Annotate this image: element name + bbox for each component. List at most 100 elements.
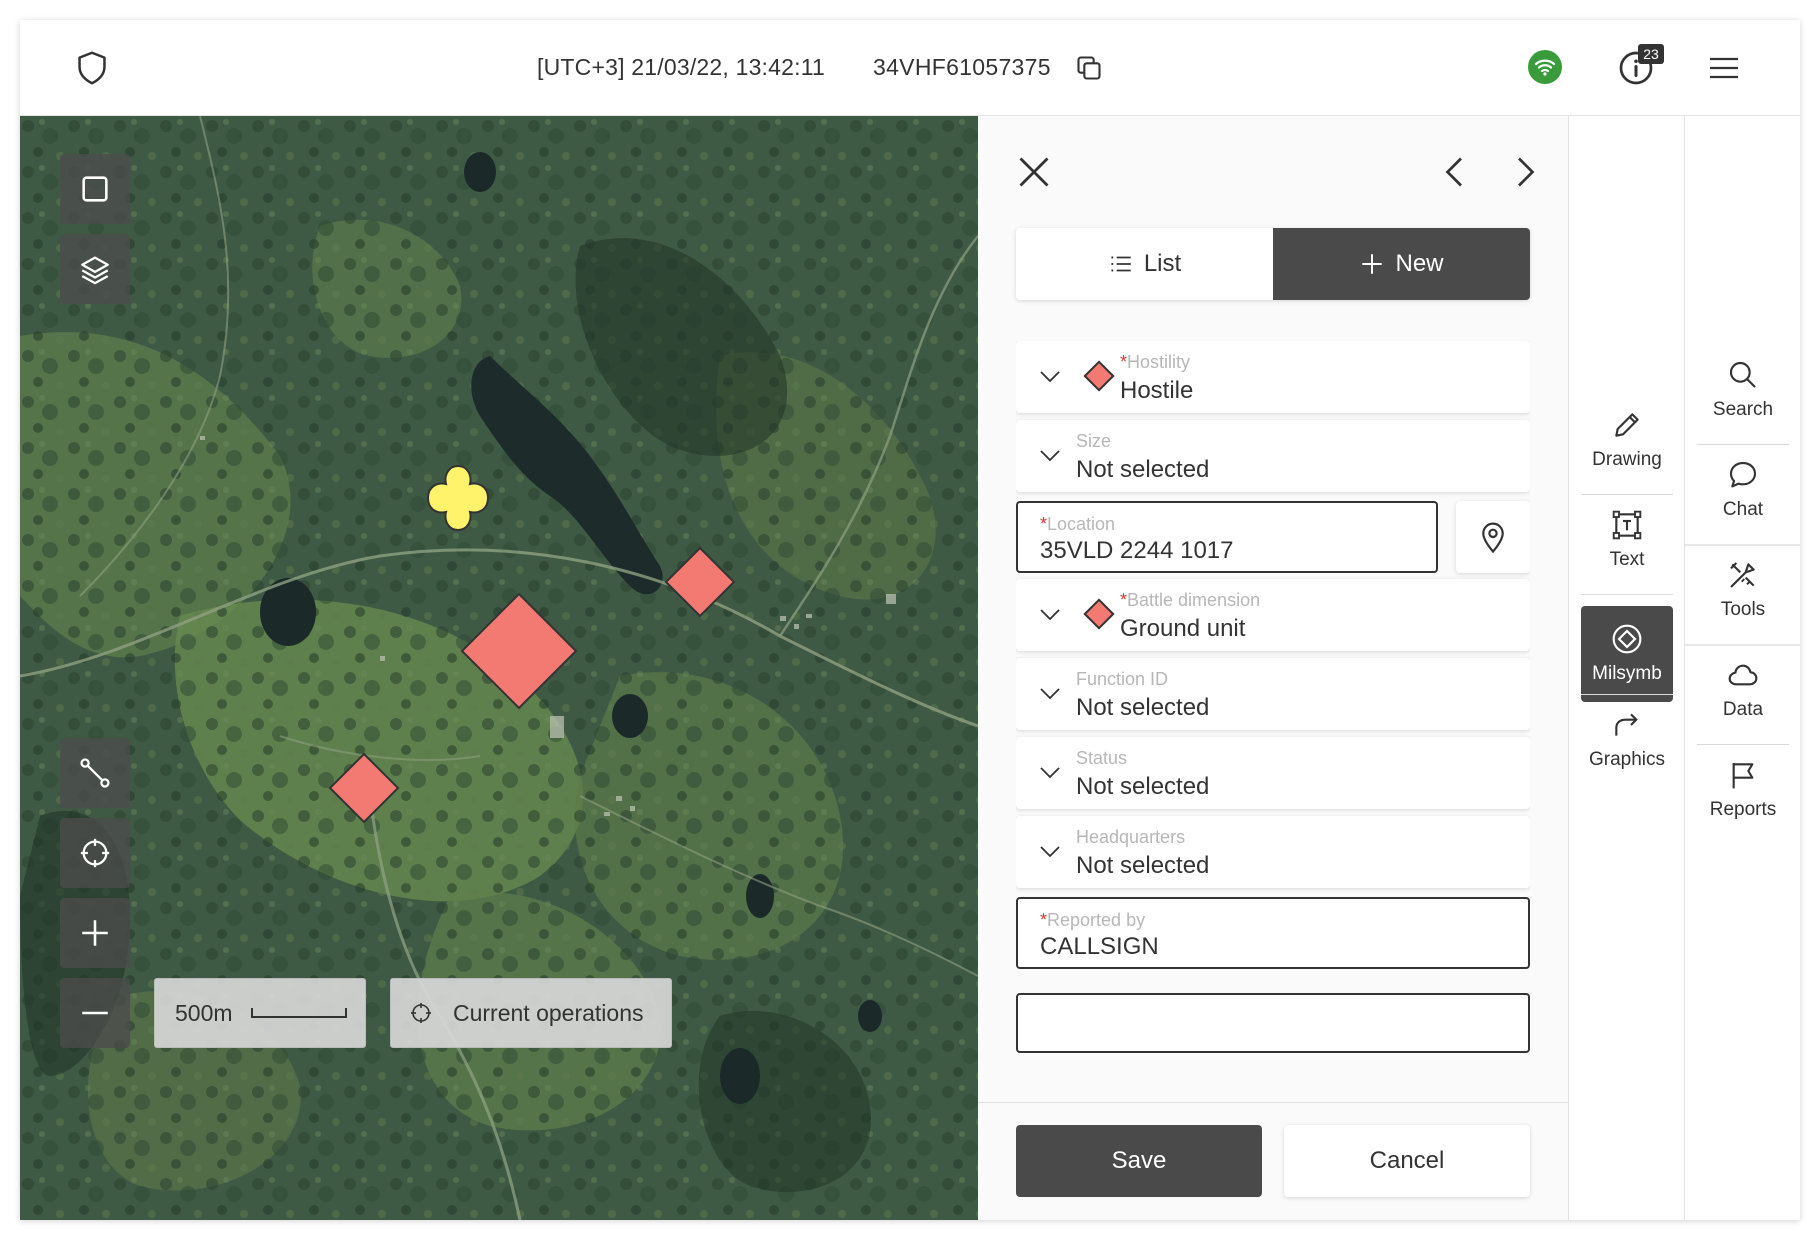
rail-item-drawing[interactable]: Drawing xyxy=(1581,392,1673,488)
tool-rail-secondary: Search Chat Tools Data Reports xyxy=(1684,116,1800,1220)
pencil-icon xyxy=(1615,413,1639,437)
hostile-unit-marker[interactable] xyxy=(328,752,400,824)
select-area-button[interactable] xyxy=(60,154,130,224)
rail-item-label: Text xyxy=(1609,549,1645,570)
zoom-in-button[interactable] xyxy=(60,898,130,968)
status-select[interactable]: Status Not selected xyxy=(1016,737,1530,809)
chat-bubble-icon xyxy=(1729,461,1757,488)
location-field[interactable]: *Location 35VLD 2244 1017 xyxy=(1016,501,1438,573)
plus-icon xyxy=(82,920,108,946)
scale-label: 500m xyxy=(175,999,233,1026)
rail-item-chat[interactable]: Chat xyxy=(1697,442,1789,538)
headquarters-select[interactable]: Headquarters Not selected xyxy=(1016,816,1530,888)
list-icon xyxy=(1111,256,1131,272)
list-new-toggle: List New xyxy=(1016,228,1530,300)
operations-target-icon xyxy=(411,1003,431,1023)
rail-item-reports[interactable]: Reports xyxy=(1697,742,1789,838)
rail-item-label: Drawing xyxy=(1592,449,1662,470)
tab-new[interactable]: New xyxy=(1273,228,1530,300)
headquarters-label: Headquarters xyxy=(1076,827,1186,847)
top-bar: [UTC+3] 21/03/22, 13:42:11 34VHF61057375… xyxy=(20,20,1800,116)
battle-dimension-label: *Battle dimension xyxy=(1120,590,1261,610)
datetime-readout: [UTC+3] 21/03/22, 13:42:11 xyxy=(537,54,825,80)
map-scale: 500m xyxy=(154,978,366,1048)
headquarters-value: Not selected xyxy=(1076,852,1210,879)
search-icon xyxy=(1729,361,1756,388)
size-value: Not selected xyxy=(1076,456,1210,483)
function-id-value: Not selected xyxy=(1076,694,1210,721)
scale-bar xyxy=(250,1008,347,1018)
unknown-unit-marker[interactable] xyxy=(422,462,494,534)
rail-item-graphics[interactable]: Graphics xyxy=(1581,692,1673,788)
tool-rail-primary: Drawing Text Milsymb Graphics xyxy=(1568,116,1684,1220)
wifi-icon xyxy=(1534,59,1556,76)
locate-button[interactable] xyxy=(60,818,130,888)
mgrs-coordinate: 34VHF61057375 xyxy=(873,54,1051,80)
reported-by-value: CALLSIGN xyxy=(1040,933,1159,960)
tab-list[interactable]: List xyxy=(1016,228,1273,300)
square-icon xyxy=(82,176,108,202)
battle-dimension-select[interactable]: *Battle dimension Ground unit xyxy=(1016,579,1530,651)
ground-unit-diamond-icon xyxy=(1083,598,1115,630)
hostility-value: Hostile xyxy=(1120,377,1194,404)
copy-icon[interactable] xyxy=(1075,53,1103,83)
chevron-left-icon[interactable] xyxy=(1440,154,1470,190)
status-value: Not selected xyxy=(1076,773,1210,800)
hostility-label: *Hostility xyxy=(1120,352,1191,372)
chevron-right-icon[interactable] xyxy=(1510,154,1540,190)
rail-item-text[interactable]: Text xyxy=(1581,492,1673,588)
rail-item-label: Milsymb xyxy=(1592,663,1662,684)
milsymb-icon xyxy=(1612,624,1642,654)
notification-badge: 23 xyxy=(1638,44,1664,64)
hostile-unit-marker-large[interactable] xyxy=(460,592,578,710)
close-icon[interactable] xyxy=(1016,154,1052,190)
rail-item-search[interactable]: Search xyxy=(1697,342,1789,438)
rail-item-milsymb[interactable]: Milsymb xyxy=(1581,606,1673,702)
cloud-icon xyxy=(1728,664,1758,686)
hostility-select[interactable]: *Hostility Hostile xyxy=(1016,341,1530,413)
map-pin-icon xyxy=(1482,522,1504,554)
crosshair-icon xyxy=(80,838,110,868)
location-value: 35VLD 2244 1017 xyxy=(1040,537,1234,564)
location-label: *Location xyxy=(1040,514,1116,534)
pick-location-button[interactable] xyxy=(1456,501,1530,573)
measure-button[interactable] xyxy=(60,738,130,808)
chevron-down-icon xyxy=(1040,450,1060,462)
cancel-button[interactable]: Cancel xyxy=(1284,1125,1530,1197)
function-id-select[interactable]: Function ID Not selected xyxy=(1016,658,1530,730)
minus-icon xyxy=(82,1011,108,1015)
layers-icon xyxy=(81,256,109,285)
rail-divider xyxy=(1581,594,1673,595)
rail-item-data[interactable]: Data xyxy=(1697,642,1789,738)
current-operations-button[interactable]: Current operations xyxy=(390,978,672,1048)
milsymb-form-panel: List New *Hostility Hostile Size Not sel… xyxy=(978,116,1568,1220)
connection-status-icon[interactable] xyxy=(1528,50,1562,84)
measure-line-icon xyxy=(80,758,110,788)
rail-item-label: Graphics xyxy=(1588,749,1666,770)
hostile-diamond-icon xyxy=(1083,360,1115,392)
tab-new-label: New xyxy=(1395,250,1444,277)
battle-dimension-value: Ground unit xyxy=(1120,615,1246,642)
size-select[interactable]: Size Not selected xyxy=(1016,420,1530,492)
shield-icon[interactable] xyxy=(75,50,109,86)
next-field-partial[interactable] xyxy=(1016,993,1530,1053)
rail-item-tools[interactable]: Tools xyxy=(1697,542,1789,638)
hostile-unit-marker[interactable] xyxy=(664,546,736,618)
reported-by-field[interactable]: *Reported by CALLSIGN xyxy=(1016,897,1530,969)
plus-icon xyxy=(1362,254,1383,274)
form-footer: Save Cancel xyxy=(978,1102,1568,1220)
save-button[interactable]: Save xyxy=(1016,1125,1262,1197)
share-arrow-icon xyxy=(1615,713,1638,736)
tab-list-label: List xyxy=(1143,250,1182,277)
chevron-down-icon xyxy=(1040,767,1060,779)
zoom-out-button[interactable] xyxy=(60,978,130,1048)
rail-item-label: Chat xyxy=(1722,499,1764,520)
size-label: Size xyxy=(1076,431,1112,451)
reported-by-label: *Reported by xyxy=(1040,910,1146,930)
form-fields: *Hostility Hostile Size Not selected *Lo… xyxy=(1016,341,1530,1101)
map-view[interactable]: 500m Current operations xyxy=(20,116,978,1220)
layers-button[interactable] xyxy=(60,234,130,304)
app-window: [UTC+3] 21/03/22, 13:42:11 34VHF61057375… xyxy=(20,20,1800,1220)
hamburger-menu-icon[interactable] xyxy=(1708,56,1740,80)
rail-item-label: Tools xyxy=(1720,599,1766,620)
